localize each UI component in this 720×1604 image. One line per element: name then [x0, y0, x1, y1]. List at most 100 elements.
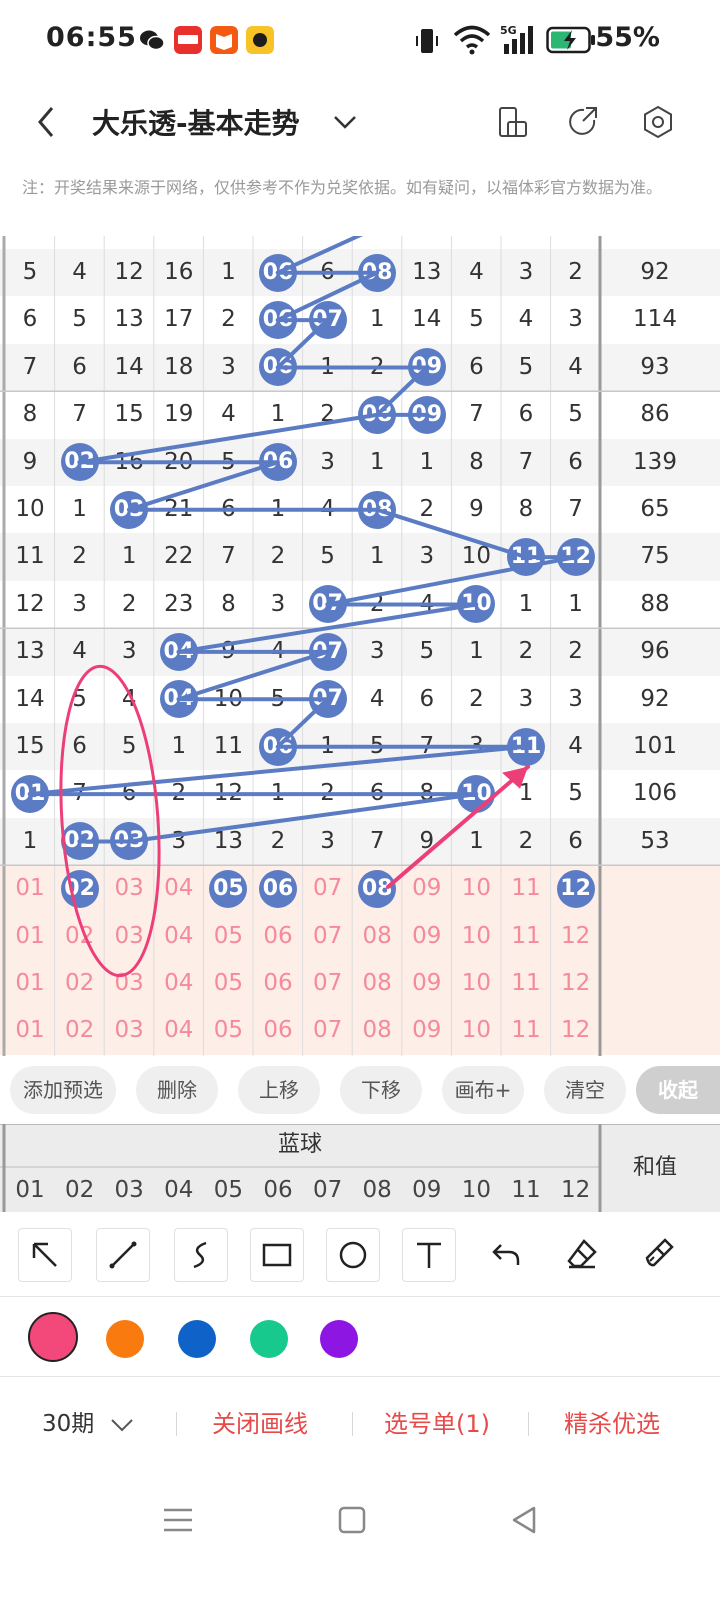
pick-cell[interactable]: 06 [253, 913, 303, 960]
grid-cell[interactable]: 1 [253, 391, 303, 438]
grid-cell[interactable]: 06 [253, 723, 303, 770]
grid-cell[interactable]: 1 [303, 344, 353, 391]
pick-cell[interactable]: 01 [5, 1007, 55, 1054]
grid-cell[interactable]: 03 [104, 818, 154, 865]
grid-cell[interactable]: 4 [203, 391, 253, 438]
grid-cell[interactable]: 3 [154, 818, 204, 865]
grid-cell[interactable]: 2 [303, 770, 353, 817]
grid-cell[interactable]: 14 [402, 296, 452, 343]
pick-cell[interactable]: 04 [154, 960, 204, 1007]
grid-cell[interactable]: 17 [154, 296, 204, 343]
pick-cell[interactable]: 09 [402, 960, 452, 1007]
grid-cell[interactable]: 07 [303, 296, 353, 343]
add-preselect-button[interactable]: 添加预选 [10, 1066, 116, 1114]
undo-tool[interactable] [480, 1228, 532, 1280]
grid-cell[interactable]: 6 [104, 770, 154, 817]
clear-brush-tool[interactable] [632, 1228, 684, 1280]
grid-cell[interactable]: 1 [104, 533, 154, 580]
pick-cell[interactable]: 06 [253, 1007, 303, 1054]
pick-cell[interactable]: 10 [451, 960, 501, 1007]
grid-cell[interactable]: 16 [154, 249, 204, 296]
grid-cell[interactable]: 13 [5, 628, 55, 675]
rectangle-tool[interactable] [250, 1228, 304, 1282]
share-icon[interactable] [566, 104, 602, 140]
grid-cell[interactable]: 12 [551, 533, 601, 580]
grid-cell[interactable]: 6 [551, 818, 601, 865]
pick-cell[interactable]: 04 [154, 1007, 204, 1054]
back-arrow-icon[interactable] [28, 102, 68, 142]
grid-cell[interactable]: 3 [352, 628, 402, 675]
pick-cell[interactable]: 02 [55, 865, 105, 912]
grid-cell[interactable]: 4 [551, 723, 601, 770]
page-title[interactable]: 大乐透-基本走势 [92, 102, 300, 142]
grid-cell[interactable]: 01 [5, 770, 55, 817]
grid-cell[interactable]: 1 [551, 581, 601, 628]
pick-cell[interactable]: 05 [203, 865, 253, 912]
grid-cell[interactable]: 6 [55, 344, 105, 391]
grid-cell[interactable]: 11 [5, 533, 55, 580]
pick-list-button[interactable]: 选号单(1) [384, 1404, 490, 1439]
grid-cell[interactable]: 7 [5, 344, 55, 391]
pick-cell[interactable]: 09 [402, 1007, 452, 1054]
pick-cell[interactable]: 11 [501, 865, 551, 912]
grid-cell[interactable]: 1 [451, 628, 501, 675]
canvas-plus-button[interactable]: 画布+ [442, 1066, 524, 1114]
grid-cell[interactable]: 4 [55, 628, 105, 675]
pick-cell[interactable]: 12 [551, 960, 601, 1007]
pick-cell[interactable]: 12 [551, 1007, 601, 1054]
grid-cell[interactable]: 1 [154, 723, 204, 770]
grid-cell[interactable]: 09 [402, 344, 452, 391]
pick-cell[interactable]: 04 [154, 865, 204, 912]
grid-cell[interactable]: 1 [352, 533, 402, 580]
grid-cell[interactable]: 18 [154, 344, 204, 391]
grid-cell[interactable]: 09 [402, 391, 452, 438]
grid-cell[interactable]: 5 [104, 723, 154, 770]
grid-cell[interactable]: 2 [402, 486, 452, 533]
grid-cell[interactable]: 4 [451, 249, 501, 296]
pick-cell[interactable]: 09 [402, 865, 452, 912]
pick-cell[interactable]: 05 [203, 913, 253, 960]
pick-cell[interactable]: 10 [451, 865, 501, 912]
grid-cell[interactable]: 1 [203, 249, 253, 296]
close-lines-button[interactable]: 关闭画线 [212, 1404, 308, 1439]
rotate-screen-icon[interactable] [494, 104, 530, 140]
color-purple[interactable] [320, 1320, 358, 1358]
grid-cell[interactable]: 12 [203, 770, 253, 817]
pick-cell[interactable]: 08 [352, 865, 402, 912]
pick-cell[interactable]: 08 [352, 960, 402, 1007]
trend-grid[interactable]: 5 4 12 16 1 06 6 08 13 4 3 2 92 6 5 13 17 2 06 07 1 14 5 4 3 114 7… [0, 236, 720, 1056]
grid-cell[interactable]: 08 [352, 486, 402, 533]
pick-cell[interactable]: 07 [303, 1007, 353, 1054]
grid-cell[interactable]: 7 [203, 533, 253, 580]
eraser-tool[interactable] [556, 1228, 608, 1280]
home-icon[interactable] [334, 1502, 370, 1538]
grid-cell[interactable]: 5 [5, 249, 55, 296]
grid-cell[interactable]: 5 [253, 676, 303, 723]
color-blue[interactable] [178, 1320, 216, 1358]
grid-cell[interactable]: 1 [303, 723, 353, 770]
move-up-button[interactable]: 上移 [238, 1066, 320, 1114]
grid-cell[interactable]: 3 [451, 723, 501, 770]
grid-cell[interactable]: 8 [501, 486, 551, 533]
grid-cell[interactable]: 9 [203, 628, 253, 675]
grid-cell[interactable]: 7 [352, 818, 402, 865]
grid-cell[interactable]: 3 [501, 676, 551, 723]
pick-cell[interactable]: 03 [104, 960, 154, 1007]
grid-cell[interactable]: 8 [402, 770, 452, 817]
pick-cell[interactable]: 03 [104, 913, 154, 960]
grid-cell[interactable]: 3 [104, 628, 154, 675]
grid-cell[interactable]: 10 [451, 770, 501, 817]
grid-cell[interactable]: 4 [303, 486, 353, 533]
grid-cell[interactable]: 2 [352, 344, 402, 391]
grid-cell[interactable]: 08 [352, 391, 402, 438]
grid-cell[interactable]: 7 [551, 486, 601, 533]
grid-cell[interactable]: 3 [501, 249, 551, 296]
clear-button[interactable]: 清空 [544, 1066, 626, 1114]
grid-cell[interactable]: 7 [55, 770, 105, 817]
grid-cell[interactable]: 7 [55, 391, 105, 438]
grid-cell[interactable]: 14 [104, 344, 154, 391]
curve-tool[interactable] [174, 1228, 228, 1282]
delete-button[interactable]: 删除 [136, 1066, 218, 1114]
grid-cell[interactable]: 2 [154, 770, 204, 817]
grid-cell[interactable]: 10 [451, 581, 501, 628]
